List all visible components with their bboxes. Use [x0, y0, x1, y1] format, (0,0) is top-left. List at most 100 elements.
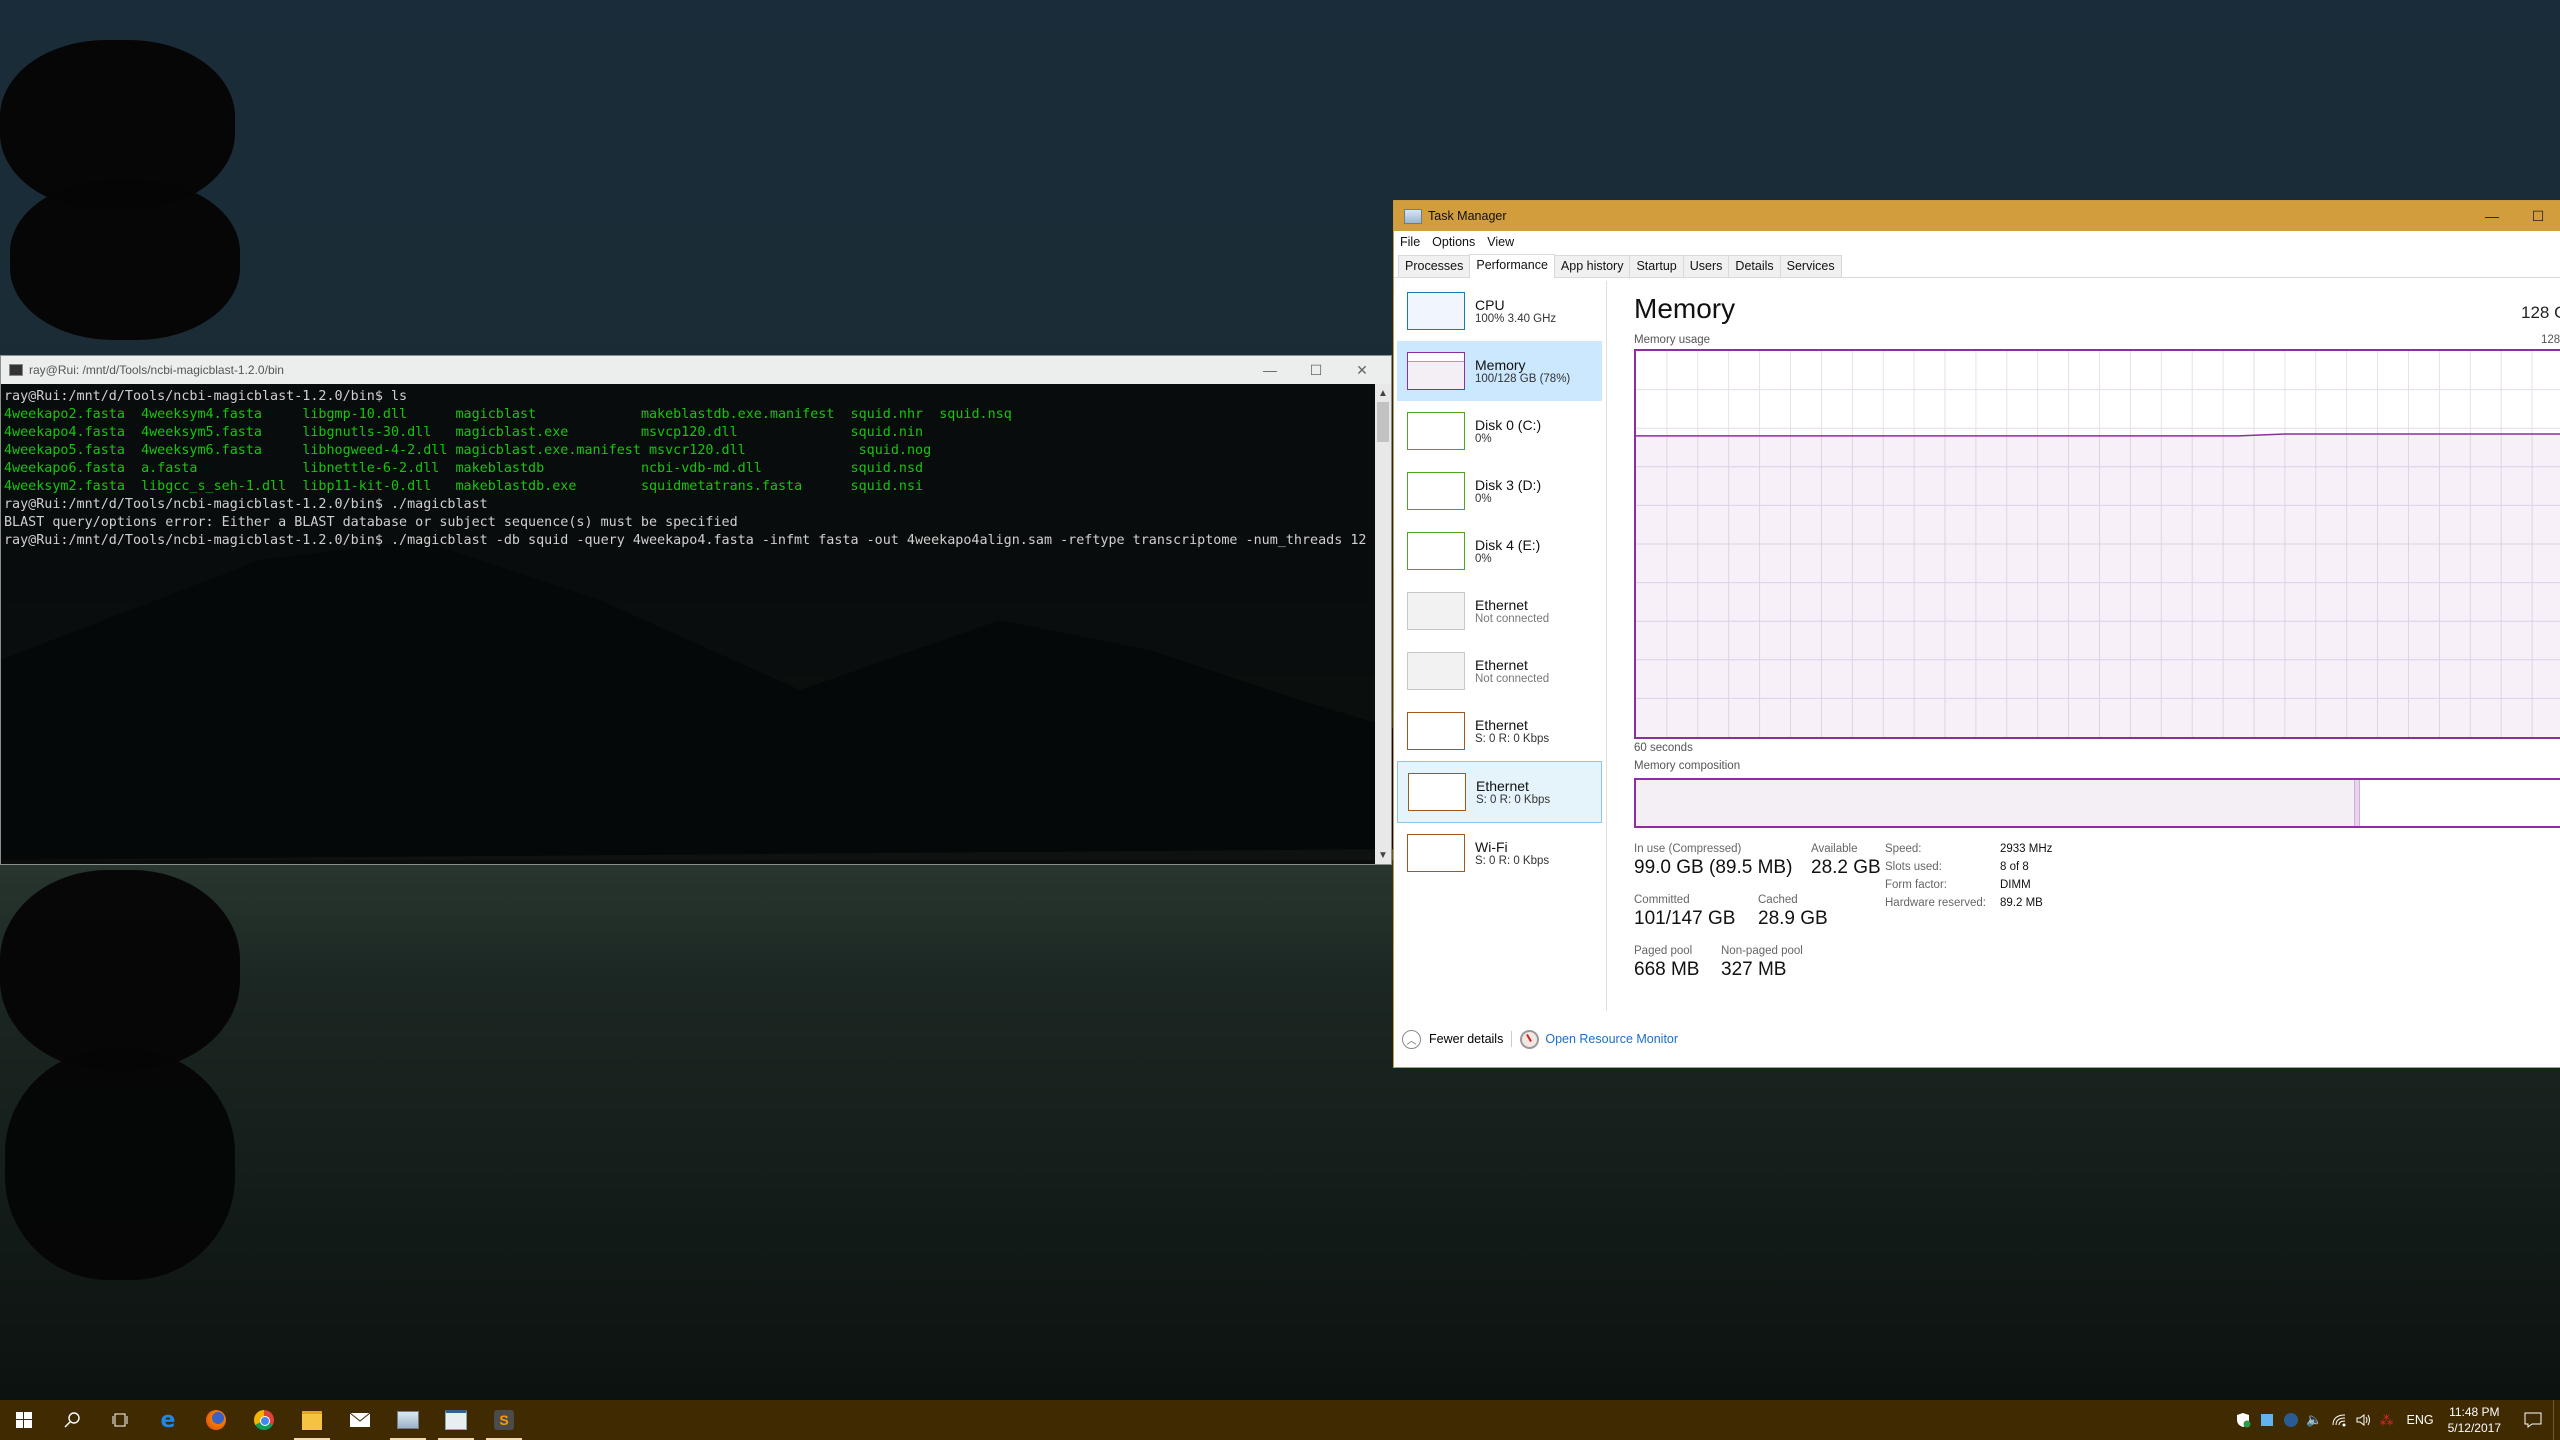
sublime-text-taskbar-button[interactable]: S: [480, 1400, 528, 1440]
file-name: msvcr120.dll: [648, 443, 859, 458]
scroll-down-icon[interactable]: ▼: [1375, 846, 1391, 864]
sidebar-item-value: 0%: [1475, 493, 1492, 505]
chrome-taskbar-button[interactable]: [240, 1400, 288, 1440]
tab-processes[interactable]: Processes: [1398, 255, 1471, 277]
file-name: msvcp120.dll: [640, 425, 851, 440]
volume-icon[interactable]: [2351, 1400, 2375, 1440]
mini-graph-icon: [1407, 592, 1465, 630]
firefox-taskbar-button[interactable]: [192, 1400, 240, 1440]
menu-file[interactable]: File: [1400, 235, 1420, 249]
sidebar-item-memory[interactable]: Memory 100/128 GB (78%): [1397, 341, 1602, 401]
sidebar-item-disk-0-c[interactable]: Disk 0 (C:) 0%: [1397, 401, 1602, 461]
sidebar-item-ethernet[interactable]: Ethernet S: 0 R: 0 Kbps: [1397, 761, 1602, 823]
file-explorer-taskbar-button[interactable]: [288, 1400, 336, 1440]
sidebar-item-value: 0%: [1475, 553, 1492, 565]
show-desktop-button[interactable]: [2553, 1400, 2560, 1440]
hardware-key: Slots used:: [1885, 861, 1942, 873]
tab-strip: Processes Performance App history Startup Us…: [1394, 253, 2560, 278]
security-shield-icon[interactable]: [2231, 1400, 2255, 1440]
tab-users[interactable]: Users: [1682, 255, 1730, 277]
close-button[interactable]: ✕: [1339, 356, 1385, 384]
hardware-key: Speed:: [1885, 843, 1922, 855]
stat-value: 327 MB: [1721, 959, 1787, 980]
sidebar-item-label: CPU: [1475, 297, 1505, 313]
mail-taskbar-button[interactable]: [336, 1400, 384, 1440]
stat-committed: Committed 101/147 GB: [1634, 894, 1735, 930]
menu-bar: File Options View: [1394, 231, 2560, 253]
app-tray-icon[interactable]: [2255, 1400, 2279, 1440]
tab-app-history[interactable]: App history: [1553, 255, 1631, 277]
terminal-command-line: ray@Rui:/mnt/d/Tools/ncbi-magicblast-1.2…: [4, 533, 1367, 548]
task-manager-icon: [397, 1411, 419, 1429]
task-manager-taskbar-button[interactable]: [384, 1400, 432, 1440]
app-window-taskbar-button[interactable]: [432, 1400, 480, 1440]
terminal-title: ray@Rui: /mnt/d/Tools/ncbi-magicblast-1.…: [29, 363, 284, 377]
terminal-scrollbar[interactable]: ▲ ▼: [1375, 384, 1391, 864]
tab-performance[interactable]: Performance: [1469, 254, 1555, 278]
terminal-window[interactable]: ray@Rui: /mnt/d/Tools/ncbi-magicblast-1.…: [0, 355, 1392, 865]
open-resource-monitor-link[interactable]: Open Resource Monitor: [1545, 1032, 1678, 1046]
wifi-icon[interactable]: [2327, 1400, 2351, 1440]
input-language[interactable]: ENG: [2407, 1413, 2434, 1427]
menu-options[interactable]: Options: [1432, 235, 1475, 249]
sidebar-item-label: Disk 4 (E:): [1475, 537, 1541, 553]
scroll-thumb[interactable]: [1377, 402, 1389, 442]
terminal-output[interactable]: ray@Rui:/mnt/d/Tools/ncbi-magicblast-1.2…: [1, 384, 1375, 864]
maximize-button[interactable]: ☐: [1293, 356, 1339, 384]
terminal-title-bar[interactable]: ray@Rui: /mnt/d/Tools/ncbi-magicblast-1.…: [1, 356, 1391, 384]
task-view-taskbar-button[interactable]: [96, 1400, 144, 1440]
file-name: libnettle-6-2.dll: [302, 461, 456, 476]
clock[interactable]: 11:48 PM 5/12/2017: [2448, 1404, 2501, 1436]
clock-time: 11:48 PM: [2449, 1405, 2500, 1419]
steam-icon[interactable]: [2279, 1400, 2303, 1440]
sidebar-item-label: Ethernet: [1475, 657, 1528, 673]
sidebar-item-ethernet[interactable]: Ethernet S: 0 R: 0 Kbps: [1397, 701, 1602, 761]
minimize-button[interactable]: —: [1247, 356, 1293, 384]
edge-icon: e: [160, 1407, 176, 1433]
file-name: makeblastdb.exe.manifest: [640, 407, 851, 422]
terminal-command-line: ray@Rui:/mnt/d/Tools/ncbi-magicblast-1.2…: [4, 497, 488, 512]
menu-view[interactable]: View: [1487, 235, 1514, 249]
chevron-up-icon[interactable]: ︿: [1402, 1029, 1421, 1049]
mini-graph-icon: [1407, 652, 1465, 690]
footer: ︿ Fewer details Open Resource Monitor: [1394, 1011, 2560, 1067]
scroll-up-icon[interactable]: ▲: [1375, 384, 1391, 402]
file-name: 4weeksym6.fasta: [141, 443, 303, 458]
windows-start-taskbar-button[interactable]: [0, 1400, 48, 1440]
hardware-value: DIMM: [2000, 879, 2031, 891]
edge-taskbar-button[interactable]: e: [144, 1400, 192, 1440]
task-view-icon: [111, 1413, 129, 1427]
sidebar-item-cpu[interactable]: CPU 100% 3.40 GHz: [1397, 281, 1602, 341]
sidebar-item-disk-4-e[interactable]: Disk 4 (E:) 0%: [1397, 521, 1602, 581]
search-taskbar-button[interactable]: [48, 1400, 96, 1440]
panel-title: Memory: [1634, 293, 1736, 324]
mini-graph-icon: [1407, 532, 1465, 570]
network-app-icon[interactable]: ⁂: [2375, 1400, 2399, 1440]
sidebar-item-label: Ethernet: [1476, 778, 1529, 794]
action-center-icon[interactable]: [2513, 1412, 2553, 1428]
file-name: squid.nhr: [850, 407, 940, 422]
sidebar-item-ethernet[interactable]: Ethernet Not connected: [1397, 581, 1602, 641]
stat-label: Committed: [1634, 894, 1690, 906]
hardware-key: Form factor:: [1885, 879, 1947, 891]
maximize-button[interactable]: ☐: [2515, 201, 2560, 231]
fewer-details-button[interactable]: Fewer details: [1429, 1032, 1503, 1046]
sidebar-item-wi-fi[interactable]: Wi-Fi S: 0 R: 0 Kbps: [1397, 823, 1602, 883]
stat-paged-pool: Paged pool 668 MB: [1634, 945, 1699, 981]
resource-monitor-icon[interactable]: [1520, 1029, 1540, 1049]
file-name: magicblast: [455, 407, 641, 422]
sidebar-item-ethernet[interactable]: Ethernet Not connected: [1397, 641, 1602, 701]
task-manager-window[interactable]: Task Manager — ☐ File Options View Proce…: [1393, 200, 2560, 1068]
terminal-ls-row: 4weekapo2.fasta 4weeksym4.fasta libgmp-1…: [4, 406, 1372, 424]
sidebar-item-disk-3-d[interactable]: Disk 3 (D:) 0%: [1397, 461, 1602, 521]
minimize-button[interactable]: —: [2469, 201, 2515, 231]
sidebar-item-value: Not connected: [1475, 613, 1550, 625]
tab-startup[interactable]: Startup: [1629, 255, 1684, 277]
tab-services[interactable]: Services: [1779, 255, 1842, 277]
task-manager-title-bar[interactable]: Task Manager — ☐: [1394, 201, 2560, 231]
tab-details[interactable]: Details: [1728, 255, 1781, 277]
windows-start-icon: [16, 1412, 32, 1428]
stat-value: 668 MB: [1634, 959, 1700, 980]
memory-usage-graph: [1634, 349, 2560, 739]
speaker-device-icon[interactable]: 🔈: [2303, 1400, 2327, 1440]
